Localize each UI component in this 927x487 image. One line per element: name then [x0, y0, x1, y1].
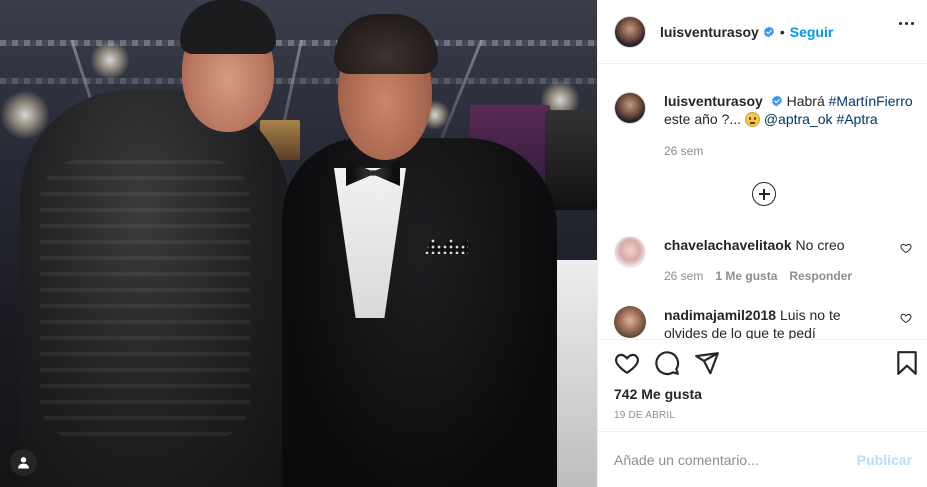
caption-avatar[interactable]: [614, 92, 646, 124]
post-date[interactable]: 19 DE ABRIL: [614, 410, 675, 421]
comments-list[interactable]: luisventurasoy Habrá #MartínFierro este …: [598, 64, 927, 339]
author-avatar[interactable]: [614, 15, 646, 48]
heart-icon[interactable]: [614, 350, 640, 376]
follow-button[interactable]: Seguir: [790, 24, 834, 40]
more-options-icon[interactable]: [899, 22, 914, 25]
stage-light: [90, 40, 130, 80]
commenter-username[interactable]: nadimajamil2018: [664, 307, 776, 323]
verified-badge-icon: [763, 26, 775, 38]
user-silhouette-icon: [18, 457, 29, 469]
reply-button[interactable]: Responder: [789, 267, 852, 285]
jacket-texture: [40, 160, 250, 440]
heart-icon[interactable]: [900, 242, 912, 254]
person-left-beanie: [180, 0, 276, 54]
person-right-tuxedo: [282, 138, 557, 487]
post-caption: luisventurasoy Habrá #MartínFierro este …: [614, 92, 914, 128]
comment-text: No creo: [795, 237, 845, 253]
neutral-face-emoji-icon: [744, 112, 760, 127]
comment-item: nadimajamil2018 Luis no te olvides de lo…: [614, 306, 914, 339]
likes-count[interactable]: 742 Me gusta: [614, 386, 702, 402]
commenter-avatar[interactable]: [614, 236, 646, 268]
caption-text-part: Habrá: [786, 93, 829, 109]
commenter-avatar[interactable]: [614, 306, 646, 338]
caption-text: luisventurasoy Habrá #MartínFierro este …: [664, 92, 914, 128]
post-header: luisventurasoy • Seguir: [598, 0, 927, 64]
add-comment-bar: Publicar: [598, 431, 927, 487]
publish-button[interactable]: Publicar: [857, 452, 912, 468]
stage-screen: [545, 110, 597, 210]
comment-input[interactable]: [614, 451, 849, 468]
heart-icon[interactable]: [900, 312, 912, 324]
post-actions: 742 Me gusta 19 DE ABRIL: [598, 339, 927, 431]
caption-username[interactable]: luisventurasoy: [664, 93, 763, 109]
stage-truss: [0, 78, 597, 84]
comment-icon[interactable]: [654, 350, 680, 376]
user-tag-icon[interactable]: [10, 449, 37, 476]
comment-body: nadimajamil2018 Luis no te olvides de lo…: [664, 306, 884, 339]
author-username[interactable]: luisventurasoy: [660, 24, 759, 40]
share-icon[interactable]: [694, 350, 720, 376]
comment-item: chavelachavelitaok No creo 26 sem 1 Me g…: [614, 236, 914, 285]
mention-link[interactable]: @aptra_ok: [764, 111, 833, 127]
hashtag-link[interactable]: #MartínFierro: [829, 93, 913, 109]
comment-body: chavelachavelitaok No creo 26 sem 1 Me g…: [664, 236, 884, 285]
caption-timestamp[interactable]: 26 sem: [664, 144, 703, 158]
caption-text-part: este año ?...: [664, 111, 745, 127]
separator-dot: •: [779, 23, 785, 40]
comment-meta: 26 sem 1 Me gusta Responder: [664, 267, 884, 285]
add-circle-icon[interactable]: [752, 182, 776, 206]
person-right-hair: [334, 14, 438, 74]
comment-likes[interactable]: 1 Me gusta: [715, 267, 777, 285]
verified-badge-icon: [771, 95, 783, 107]
commenter-username[interactable]: chavelachavelitaok: [664, 237, 792, 253]
hashtag-link[interactable]: #Aptra: [836, 111, 877, 127]
comment-time[interactable]: 26 sem: [664, 267, 703, 285]
post-sidebar: luisventurasoy • Seguir luisventurasoy H…: [597, 0, 927, 487]
bookmark-icon[interactable]: [894, 350, 920, 376]
post-photo[interactable]: [0, 0, 597, 487]
